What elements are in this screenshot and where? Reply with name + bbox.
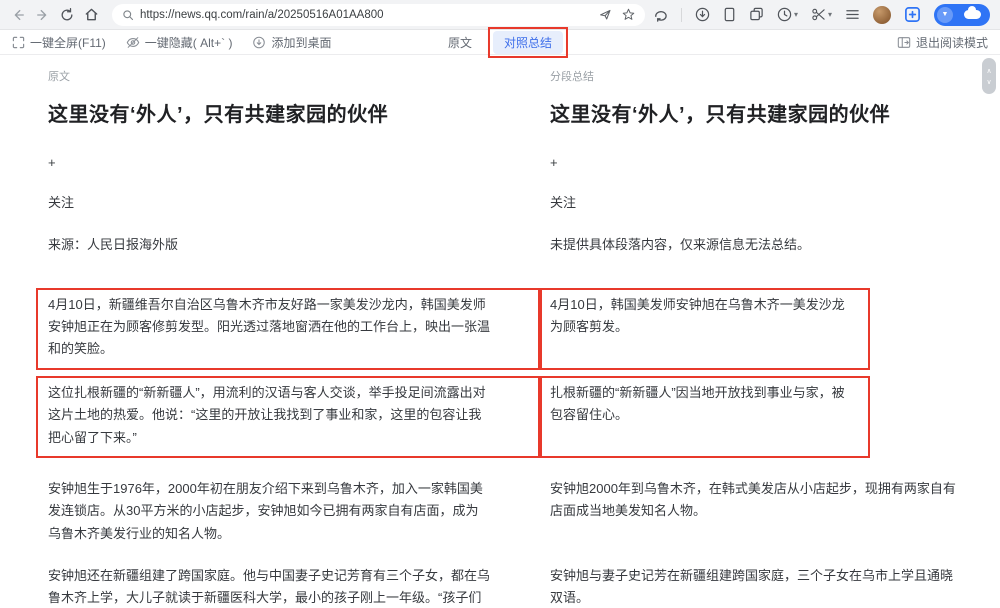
summary-paragraph: 4月10日，韩国美发师安钟旭在乌鲁木齐一美发沙龙为顾客剪发。 <box>550 296 845 335</box>
chevron-down-icon: ▾ <box>827 9 832 19</box>
cloud-icon <box>964 6 981 19</box>
home-icon[interactable] <box>83 6 99 24</box>
browser-chrome: https://news.qq.com/rain/a/20250516A01AA… <box>0 0 1000 30</box>
reading-mode-icon[interactable] <box>723 7 736 22</box>
forward-icon[interactable] <box>34 6 50 24</box>
expand-plus[interactable]: + <box>550 155 558 170</box>
send-icon[interactable] <box>599 8 612 21</box>
hide-label: 一键隐藏( Alt+` ) <box>144 35 233 50</box>
summary-paragraph: 扎根新疆的“新新疆人”因当地开放找到事业与家，被包容留住心。 <box>550 384 845 423</box>
download-icon[interactable] <box>695 7 710 22</box>
scroll-up-down-widget[interactable]: ∧ ∨ <box>982 58 996 94</box>
menu-icon[interactable] <box>845 8 860 21</box>
translate-loop-icon[interactable] <box>653 7 668 22</box>
back-icon[interactable] <box>10 6 26 24</box>
summary-paragraph: 安钟旭2000年到乌鲁木齐，在韩式美发店从小店起步，现拥有两家自有店面成当地美发… <box>550 480 956 519</box>
reading-content: 原文 分段总结 这里没有‘外人’，只有共建家园的伙伴 这里没有‘外人’，只有共建… <box>0 55 1000 608</box>
fullscreen-label: 一键全屏(F11) <box>30 35 106 50</box>
expand-plus[interactable]: + <box>48 155 56 170</box>
original-paragraph: 这位扎根新疆的“新新疆人”，用流利的汉语与客人交谈，举手投足间流露出对这片土地的… <box>48 384 486 445</box>
avatar[interactable] <box>873 5 891 24</box>
screenshot-button[interactable]: ▾ <box>811 7 832 22</box>
column-headers: 原文 分段总结 <box>36 67 980 85</box>
summary-paragraph: 安钟旭与妻子史记芳在新疆组建跨国家庭，三个子女在乌市上学且通晓双语。 <box>550 567 954 606</box>
original-paragraph: 安钟旭生于1976年，2000年初在朋友介绍下来到乌鲁木齐，加入一家韩国美发连锁… <box>48 480 483 541</box>
divider <box>680 7 682 22</box>
chevron-down-icon: ▾ <box>793 9 798 19</box>
chevron-up-icon[interactable]: ∧ <box>986 67 991 75</box>
tabs-copy-icon[interactable] <box>749 7 764 22</box>
source-summary-note: 未提供具体段落内容，仅来源信息无法总结。 <box>550 237 811 253</box>
refresh-icon[interactable] <box>59 6 75 24</box>
chevron-down-icon[interactable]: ∨ <box>986 78 991 86</box>
chevron-down-icon: ▼ <box>937 6 953 23</box>
address-bar[interactable]: https://news.qq.com/rain/a/20250516A01AA… <box>111 3 645 26</box>
history-button[interactable]: ▾ <box>777 7 798 22</box>
source-text: 来源：人民日报海外版 <box>48 237 179 253</box>
url-text[interactable]: https://news.qq.com/rain/a/20250516A01AA… <box>140 9 593 21</box>
fullscreen-button[interactable]: 一键全屏(F11) <box>12 34 106 51</box>
add-desktop-button[interactable]: 添加到桌面 <box>252 34 331 51</box>
article-title-summary: 这里没有‘外人’，只有共建家园的伙伴 <box>550 104 891 126</box>
title-row: 这里没有‘外人’，只有共建家园的伙伴 这里没有‘外人’，只有共建家园的伙伴 <box>36 98 980 127</box>
paragraph-row-highlighted: 这位扎根新疆的“新新疆人”，用流利的汉语与客人交谈，举手投足间流露出对这片土地的… <box>36 375 980 458</box>
exit-reading-label: 退出阅读模式 <box>915 35 988 50</box>
cloud-sync-button[interactable]: ▼ <box>934 3 990 26</box>
search-icon <box>122 9 134 21</box>
follow-button[interactable]: 关注 <box>48 195 74 210</box>
article-title-original: 这里没有‘外人’，只有共建家园的伙伴 <box>48 104 389 126</box>
paragraph-row: 安钟旭还在新疆组建了跨国家庭。他与中国妻子史记芳育有三个子女，都在乌鲁木齐上学，… <box>36 565 980 608</box>
compare-tab-annotation-box: 对照总结 <box>488 26 569 58</box>
follow-button[interactable]: 关注 <box>550 195 576 210</box>
plus-row: + + <box>36 154 980 172</box>
paragraph-row-highlighted: 4月10日，新疆维吾尔自治区乌鲁木齐市友好路一家美发沙龙内，韩国美发师安钟旭正在… <box>36 287 980 370</box>
add-desktop-label: 添加到桌面 <box>271 35 332 50</box>
right-column-label: 分段总结 <box>550 71 594 83</box>
annotate-badge-icon[interactable] <box>904 6 921 23</box>
source-row: 来源：人民日报海外版 未提供具体段落内容，仅来源信息无法总结。 <box>36 234 980 256</box>
left-column-label: 原文 <box>48 71 70 83</box>
exit-reading-button[interactable]: 退出阅读模式 <box>897 34 988 51</box>
original-paragraph: 4月10日，新疆维吾尔自治区乌鲁木齐市友好路一家美发沙龙内，韩国美发师安钟旭正在… <box>48 296 491 357</box>
hide-button[interactable]: 一键隐藏( Alt+` ) <box>126 34 233 51</box>
paragraph-row: 安钟旭生于1976年，2000年初在朋友介绍下来到乌鲁木齐，加入一家韩国美发连锁… <box>36 478 980 545</box>
tab-original[interactable]: 原文 <box>432 32 488 53</box>
reading-toolbar: 一键全屏(F11) 一键隐藏( Alt+` ) 添加到桌面 原文 对照总结 退出… <box>0 26 1000 58</box>
bookmark-star-icon[interactable] <box>622 8 635 21</box>
original-paragraph: 安钟旭还在新疆组建了跨国家庭。他与中国妻子史记芳育有三个子女，都在乌鲁木齐上学，… <box>48 567 491 606</box>
follow-row: 关注 关注 <box>36 192 980 214</box>
tab-compare-summary[interactable]: 对照总结 <box>493 30 564 54</box>
